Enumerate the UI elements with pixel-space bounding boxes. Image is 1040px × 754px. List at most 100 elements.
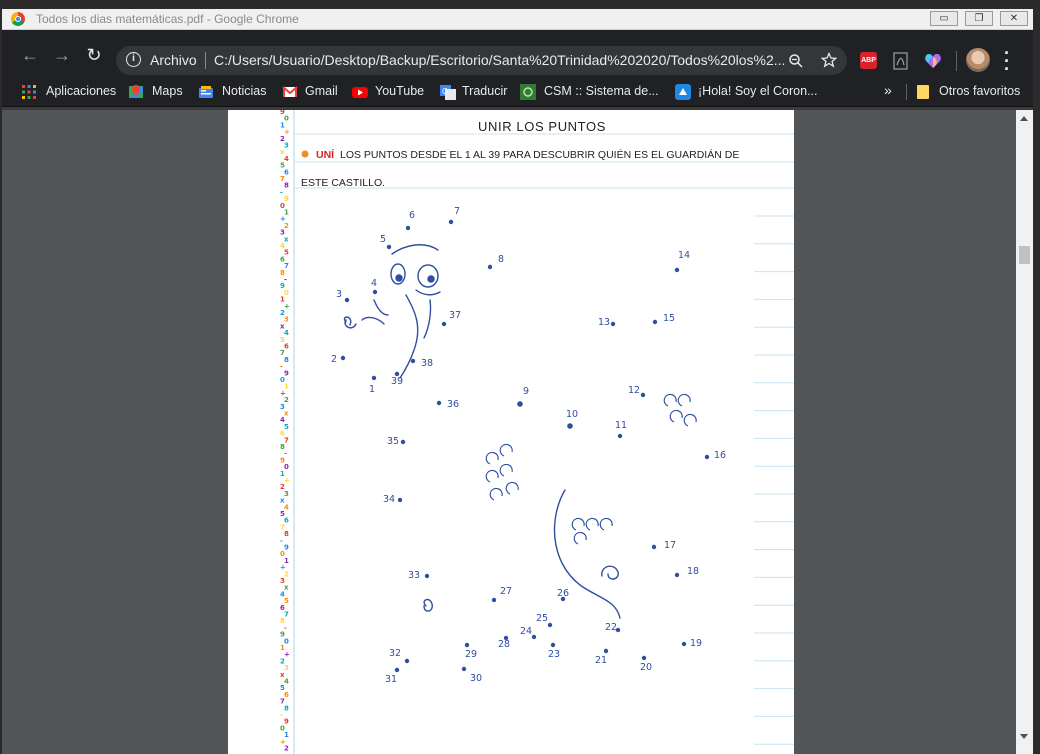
dot-label-16: 16: [714, 450, 726, 461]
dot-1: [371, 375, 377, 381]
maps-icon[interactable]: [128, 84, 144, 100]
adblock-icon[interactable]: ABP: [860, 52, 877, 69]
scroll-up-arrow[interactable]: [1020, 116, 1028, 121]
news-icon[interactable]: [198, 84, 214, 100]
pdf-scrollbar[interactable]: [1016, 110, 1033, 754]
restore-button[interactable]: ❐: [965, 11, 993, 26]
bookmark-maps[interactable]: Maps: [152, 84, 183, 98]
instruction-line-2: ESTE CASTILLO.: [301, 177, 385, 189]
bookmark-aplicaciones[interactable]: Aplicaciones: [46, 84, 116, 98]
dot-label-5: 5: [380, 234, 386, 245]
window-frame-right: [1033, 9, 1040, 754]
dot-33: [424, 573, 430, 579]
dot-label-19: 19: [690, 638, 702, 649]
dot-37: [441, 321, 447, 327]
dot-18: [674, 572, 680, 578]
strip-glyph: 8: [284, 530, 289, 538]
strip-glyph: +: [284, 651, 290, 659]
worksheet-canvas: 901+23x45678-901+23x45678-901+23x45678-9…: [280, 110, 794, 754]
browser-toolbar: ← → ↻ i Archivo C:/Users/Usuario/Desktop…: [2, 30, 1033, 78]
dot-2: [340, 355, 346, 361]
strip-glyph: 2: [284, 745, 289, 753]
close-button[interactable]: ✕: [1000, 11, 1028, 26]
zoom-icon[interactable]: [788, 53, 804, 69]
dot-label-10: 10: [566, 409, 578, 420]
dot-10: [567, 423, 573, 429]
strip-glyph: -: [280, 537, 283, 545]
pdf-page: 9 0 1 +2 3 x 4 5 6 7 8-9 0 1 +2 3 x 4 5 6 7 8-9 0 1 +2 3 x 4 5 6 7 8-9…: [228, 110, 794, 754]
dot-label-4: 4: [371, 278, 377, 289]
address-bar[interactable]: i Archivo C:/Users/Usuario/Desktop/Backu…: [116, 46, 847, 75]
folder-icon[interactable]: [916, 84, 932, 100]
dot-16: [704, 454, 710, 460]
dot-8: [487, 264, 493, 270]
dot-35: [400, 439, 406, 445]
decorative-number-strip: 901+23x45678-901+23x45678-901+23x45678-9…: [280, 110, 290, 753]
dot-13: [610, 321, 616, 327]
bookmark-otros-favoritos[interactable]: Otros favoritos: [939, 84, 1020, 98]
dot-23: [550, 642, 556, 648]
bookmark-traducir[interactable]: Traducir: [462, 84, 507, 98]
profile-avatar[interactable]: [966, 48, 990, 72]
window-title: Todos los dias matemáticas.pdf - Google …: [36, 12, 299, 26]
minimize-button[interactable]: ▭: [930, 11, 958, 26]
pdf-viewer[interactable]: 9 0 1 +2 3 x 4 5 6 7 8-9 0 1 +2 3 x 4 5 6 7 8-9 0 1 +2 3 x 4 5 6 7 8-9…: [2, 110, 1016, 754]
pdf-extension-icon[interactable]: [892, 52, 910, 70]
info-icon[interactable]: i: [126, 52, 141, 67]
dot-20: [641, 655, 647, 661]
apps-icon[interactable]: [22, 85, 38, 101]
bookmark-gmail[interactable]: Gmail: [305, 84, 338, 98]
strip-glyph: 8: [284, 704, 289, 712]
bookmark-noticias[interactable]: Noticias: [222, 84, 266, 98]
dot-3: [344, 297, 350, 303]
bookmarks-overflow-button[interactable]: »: [884, 82, 892, 98]
url-scheme: Archivo: [150, 52, 197, 68]
dot-25: [547, 622, 553, 628]
bookmark-youtube[interactable]: YouTube: [375, 84, 424, 98]
dot-12: [640, 392, 646, 398]
back-button[interactable]: ←: [19, 44, 41, 66]
heart-extension-icon[interactable]: [924, 52, 942, 70]
bookmark-hola[interactable]: ¡Hola! Soy el Coron...: [698, 84, 818, 98]
csm-icon[interactable]: [520, 84, 536, 100]
scroll-thumb[interactable]: [1019, 246, 1030, 264]
youtube-icon[interactable]: [352, 84, 368, 100]
dot-label-12: 12: [628, 385, 640, 396]
dot-14: [674, 267, 680, 273]
dot-label-37: 37: [449, 310, 461, 321]
star-icon[interactable]: [821, 52, 837, 68]
strip-glyph: 3: [284, 664, 289, 672]
dot-label-34: 34: [383, 494, 395, 505]
bookmark-csm[interactable]: CSM :: Sistema de...: [544, 84, 659, 98]
forward-button[interactable]: →: [51, 44, 73, 66]
toolbar-divider: [956, 51, 957, 71]
url-divider: [205, 52, 206, 69]
window-frame-top: [0, 0, 1040, 9]
dot-9: [517, 401, 523, 407]
dot-36: [436, 400, 442, 406]
reload-button[interactable]: ↻: [83, 44, 105, 66]
dot-24: [531, 634, 537, 640]
dot-label-38: 38: [421, 358, 433, 369]
gmail-icon[interactable]: [282, 84, 298, 100]
bookmarks-divider: [906, 84, 907, 100]
dot-label-9: 9: [523, 386, 529, 397]
dot-15: [652, 319, 658, 325]
dot-4: [372, 289, 378, 295]
dot-label-6: 6: [409, 210, 415, 221]
dot-32: [404, 658, 410, 664]
strip-glyph: -: [280, 188, 283, 196]
translate-icon[interactable]: G: [440, 84, 456, 100]
hola-icon[interactable]: [675, 84, 691, 100]
dot-label-1: 1: [369, 384, 375, 395]
scroll-down-arrow[interactable]: [1020, 734, 1028, 739]
dot-38: [410, 358, 416, 364]
dot-11: [617, 433, 623, 439]
menu-kebab-icon[interactable]: · · ·: [1004, 44, 1010, 78]
dot-label-39: 39: [391, 376, 403, 387]
dot-label-17: 17: [664, 540, 676, 551]
url-text[interactable]: C:/Users/Usuario/Desktop/Backup/Escritor…: [214, 52, 794, 68]
dot-label-25: 25: [536, 613, 548, 624]
dot-5: [386, 244, 392, 250]
strip-glyph: +: [284, 302, 290, 310]
